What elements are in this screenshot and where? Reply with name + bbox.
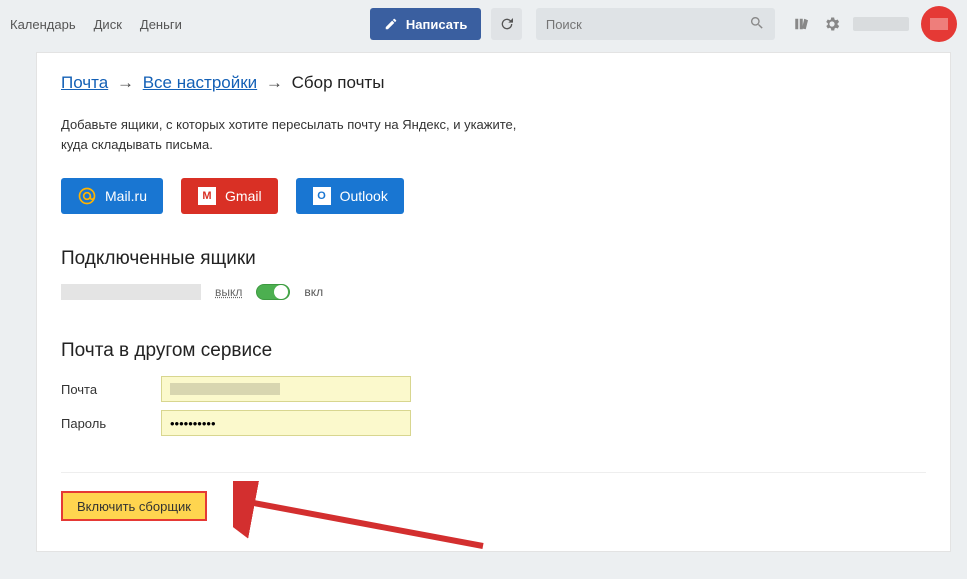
compose-label: Написать xyxy=(406,17,467,32)
mailru-icon xyxy=(77,186,97,206)
provider-buttons: Mail.ru M Gmail O Outlook xyxy=(61,178,926,214)
provider-label: Gmail xyxy=(225,188,262,204)
email-field[interactable] xyxy=(161,376,411,402)
avatar-icon xyxy=(930,18,948,30)
password-row: Пароль xyxy=(61,410,926,436)
refresh-icon xyxy=(499,16,515,32)
email-label: Почта xyxy=(61,382,161,397)
search-box[interactable] xyxy=(536,8,775,40)
nav-disk[interactable]: Диск xyxy=(94,17,122,32)
other-service-heading: Почта в другом сервисе xyxy=(61,340,926,362)
email-value-blurred xyxy=(170,383,280,395)
avatar[interactable] xyxy=(921,6,957,42)
nav-calendar[interactable]: Календарь xyxy=(10,17,76,32)
provider-mailru-button[interactable]: Mail.ru xyxy=(61,178,163,214)
breadcrumb-mail[interactable]: Почта xyxy=(61,73,108,92)
password-label: Пароль xyxy=(61,416,161,431)
annotation-arrow xyxy=(233,481,493,551)
breadcrumb-arrow: → xyxy=(266,73,283,92)
compose-button[interactable]: Написать xyxy=(370,8,481,40)
breadcrumb-all-settings[interactable]: Все настройки xyxy=(143,73,257,92)
toggle-on-label: вкл xyxy=(304,285,323,299)
connected-email[interactable] xyxy=(61,284,201,300)
connected-heading: Подключенные ящики xyxy=(61,248,926,270)
intro-text: Добавьте ящики, с которых хотите пересыл… xyxy=(61,115,581,154)
enable-collector-button[interactable]: Включить сборщик xyxy=(61,491,207,521)
compose-icon xyxy=(384,17,398,31)
divider xyxy=(61,472,926,473)
breadcrumb: Почта → Все настройки → Сбор почты xyxy=(61,73,926,93)
search-input[interactable] xyxy=(546,17,749,32)
breadcrumb-arrow: → xyxy=(117,73,134,92)
provider-label: Mail.ru xyxy=(105,188,147,204)
settings-icon[interactable] xyxy=(823,15,841,33)
header-right xyxy=(793,6,957,42)
themes-icon[interactable] xyxy=(793,15,811,33)
provider-gmail-button[interactable]: M Gmail xyxy=(181,178,278,214)
account-toggle[interactable] xyxy=(256,284,290,300)
gmail-icon: M xyxy=(197,186,217,206)
search-icon[interactable] xyxy=(749,15,765,34)
refresh-button[interactable] xyxy=(491,8,522,40)
settings-card: Почта → Все настройки → Сбор почты Добав… xyxy=(36,52,951,552)
provider-outlook-button[interactable]: O Outlook xyxy=(296,178,404,214)
password-field[interactable] xyxy=(161,410,411,436)
connected-account-row: выкл вкл xyxy=(61,284,926,300)
breadcrumb-current: Сбор почты xyxy=(292,73,385,92)
nav-money[interactable]: Деньги xyxy=(140,17,182,32)
top-bar: Календарь Диск Деньги Написать xyxy=(0,0,967,48)
outlook-icon: O xyxy=(312,186,332,206)
email-row: Почта xyxy=(61,376,926,402)
toggle-off-label[interactable]: выкл xyxy=(215,285,242,299)
provider-label: Outlook xyxy=(340,188,388,204)
username-placeholder[interactable] xyxy=(853,17,909,31)
toggle-knob xyxy=(274,285,288,299)
